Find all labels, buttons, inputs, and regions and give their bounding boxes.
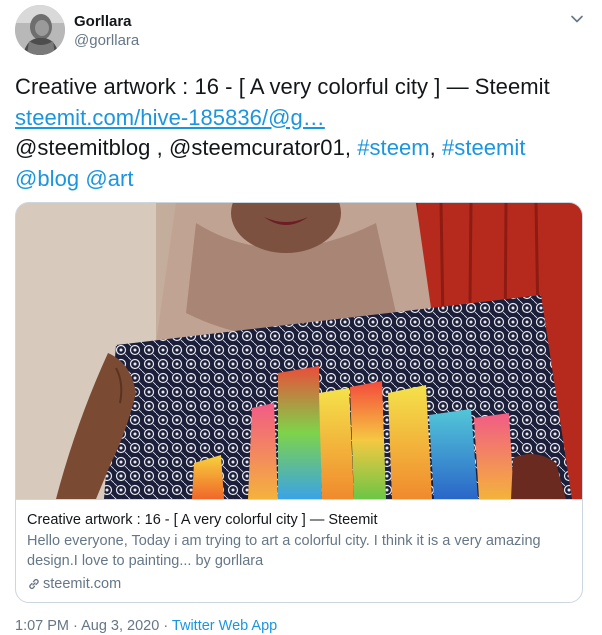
author-display-name[interactable]: Gorllara (74, 13, 132, 31)
card-description: Hello everyone, Today i am trying to art… (27, 533, 541, 569)
hashtag-steemit[interactable]: #steemit (442, 135, 526, 160)
tweet-title-line: Creative artwork : 16 - [ A very colorfu… (15, 74, 550, 99)
separator: , (344, 135, 358, 160)
mention-art[interactable]: @art (85, 166, 133, 191)
separator: , (150, 135, 169, 160)
card-title: Creative artwork : 16 - [ A very colorfu… (27, 512, 378, 528)
mention-steemcurator01[interactable]: @steemcurator01 (169, 135, 345, 160)
hashtag-steem[interactable]: #steem (357, 135, 429, 160)
card-domain-text: steemit.com (43, 576, 122, 592)
link-preview-card[interactable]: Creative artwork : 16 - [ A very colorfu… (15, 202, 583, 603)
artwork-photo-icon (16, 203, 582, 499)
chevron-down-icon[interactable] (569, 11, 585, 27)
mention-blog[interactable]: @blog (15, 166, 79, 191)
link-icon (29, 578, 39, 590)
card-body: Creative artwork : 16 - [ A very colorfu… (27, 510, 573, 594)
user-avatar-icon (15, 5, 65, 55)
tweet-text: Creative artwork : 16 - [ A very colorfu… (15, 72, 587, 194)
separator: , (429, 135, 442, 160)
tweet-mentions-line-2: @blog @art (15, 164, 587, 195)
mention-steemitblog[interactable]: @steemitblog (15, 135, 150, 160)
card-image[interactable] (16, 203, 582, 500)
tweet-footer: 1:07 PM · Aug 3, 2020 · Twitter Web App (15, 617, 277, 635)
avatar[interactable] (15, 5, 65, 55)
separator: · (159, 618, 172, 634)
tweet-timestamp[interactable]: 1:07 PM · Aug 3, 2020 (15, 618, 159, 634)
author-handle[interactable]: @gorllara (74, 32, 139, 50)
card-domain: steemit.com (27, 574, 573, 594)
tweet-url-link[interactable]: steemit.com/hive-185836/@g… (15, 105, 325, 130)
tweet-header: Gorllara @gorllara (15, 5, 587, 57)
tweet-source-link[interactable]: Twitter Web App (172, 618, 277, 634)
tweet-mentions-line: @steemitblog , @steemcurator01, #steem, … (15, 133, 587, 164)
